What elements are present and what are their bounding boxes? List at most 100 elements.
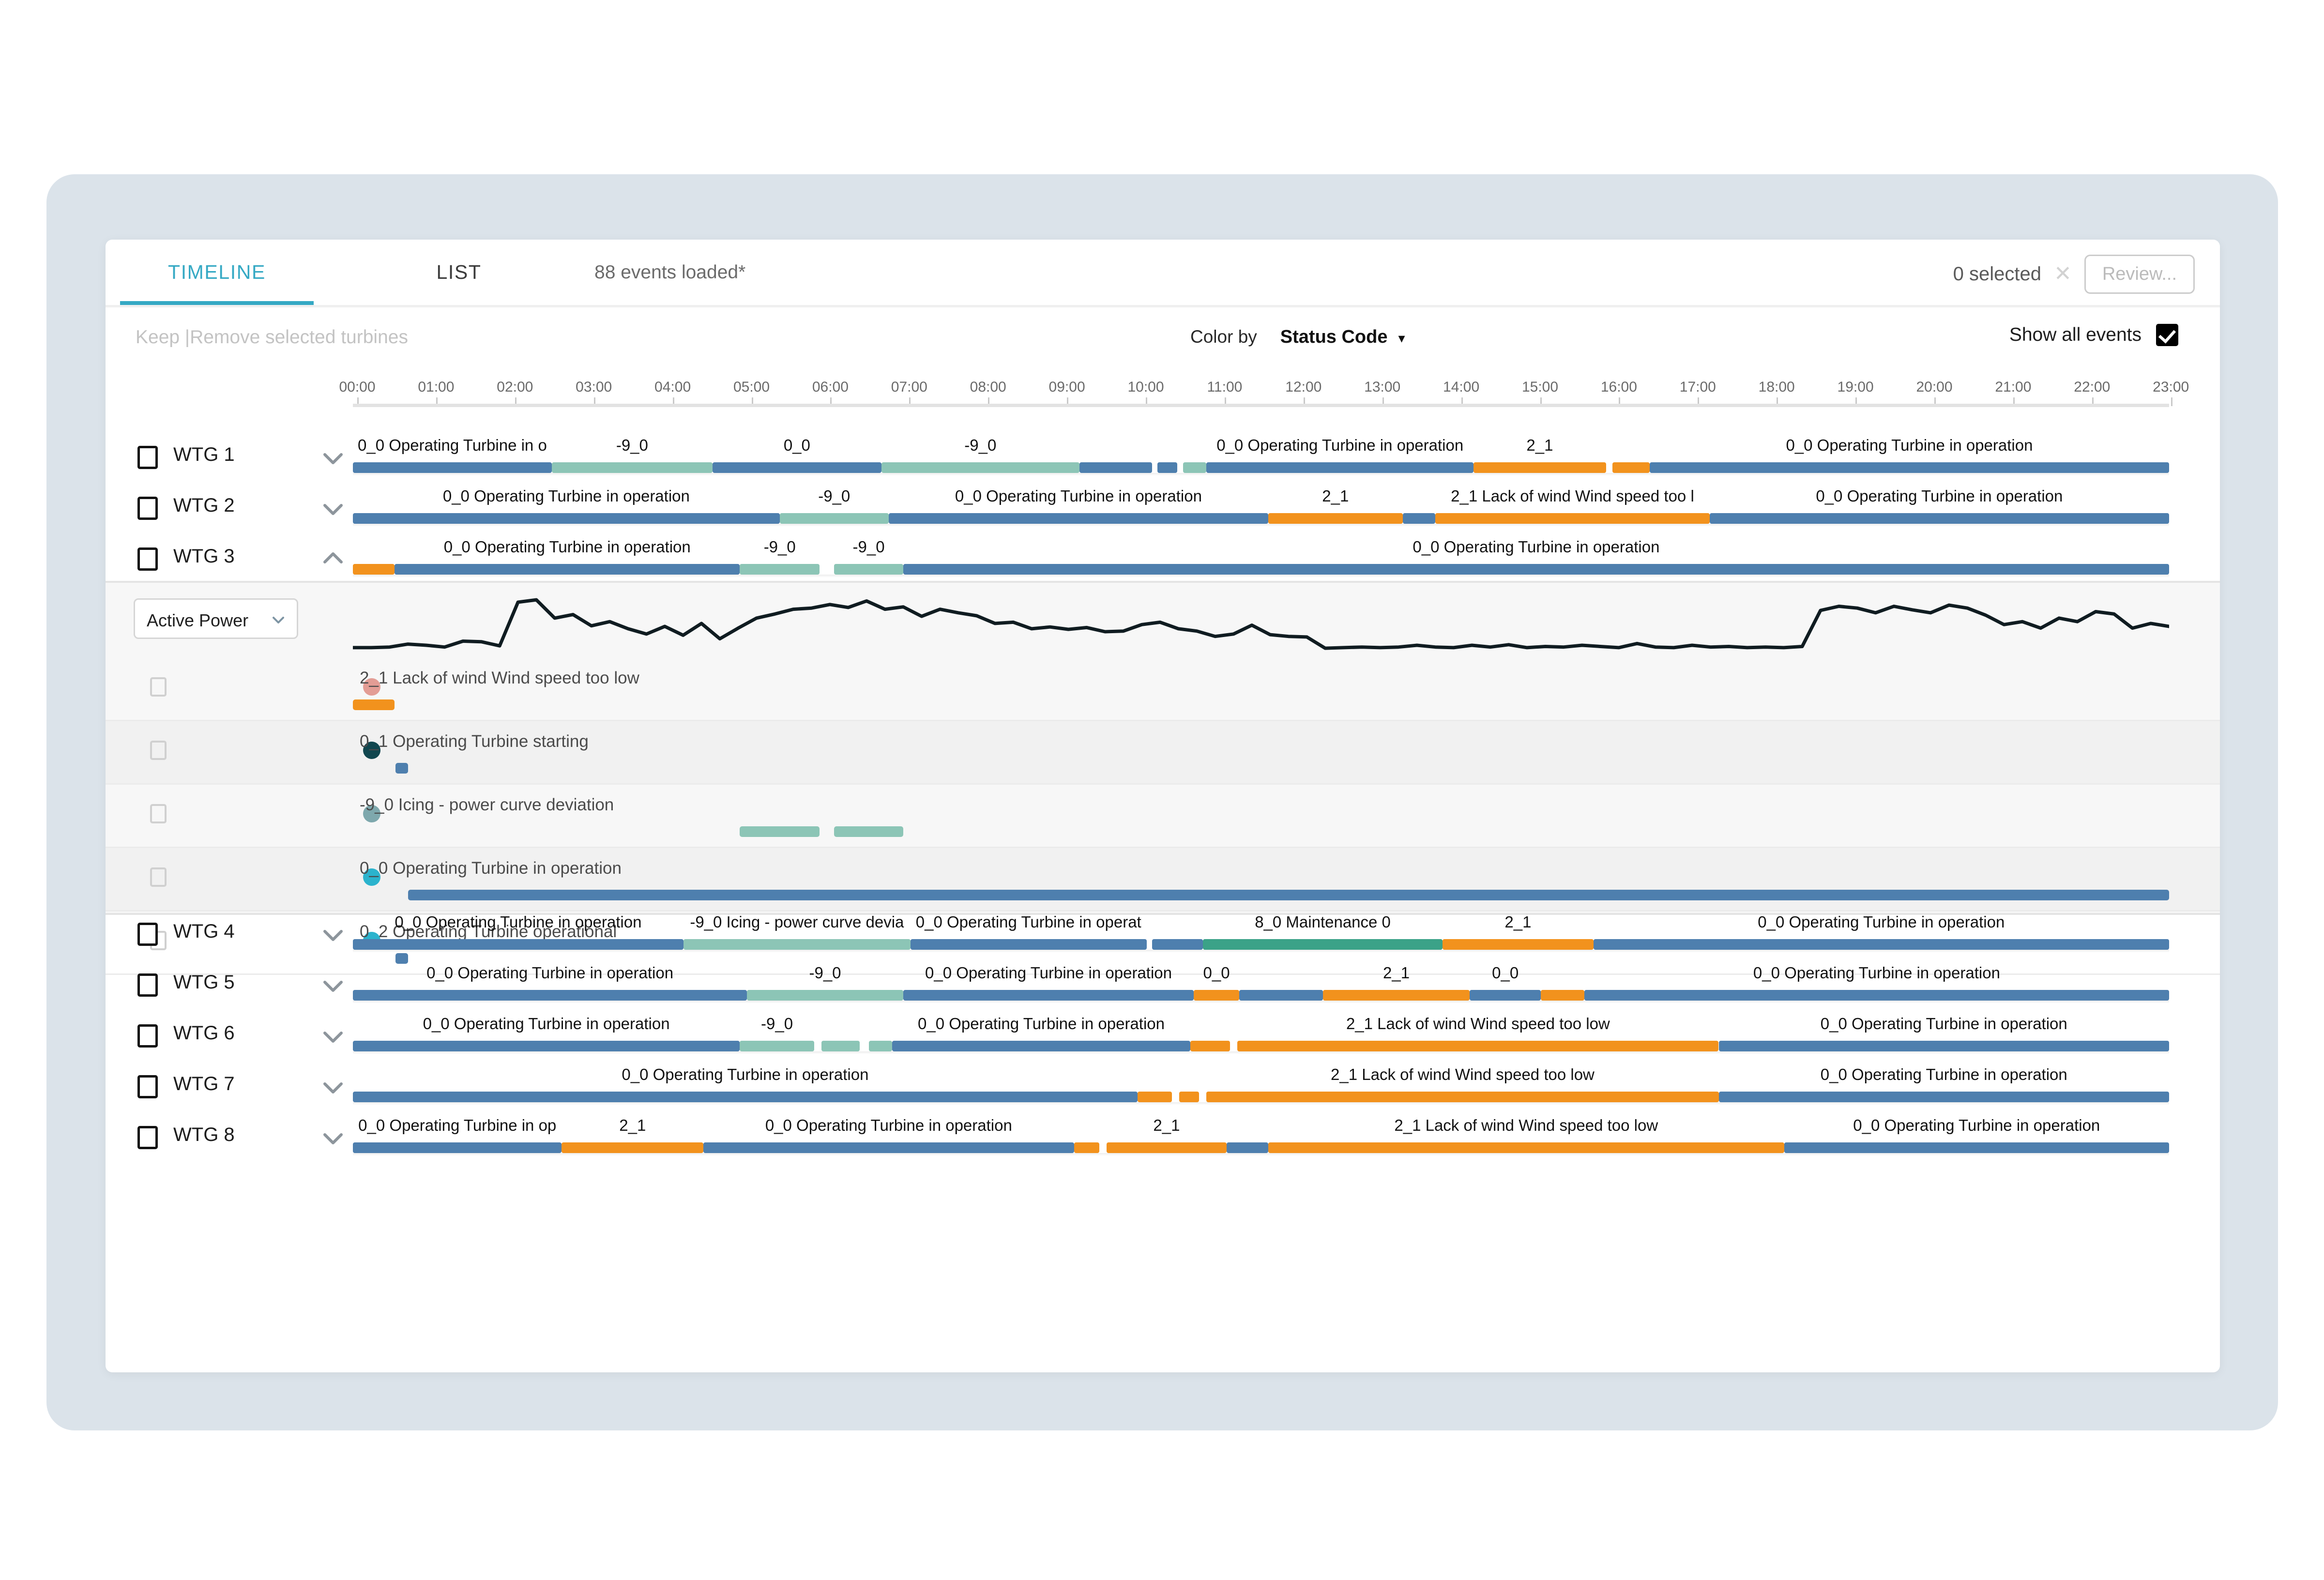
- timeline-segment[interactable]: [712, 462, 881, 473]
- caret-down-icon[interactable]: ▾: [1398, 330, 1405, 346]
- timeline-segment[interactable]: [888, 513, 1268, 524]
- timeline-segment[interactable]: [353, 990, 747, 1001]
- timeline-segment[interactable]: [1237, 1041, 1719, 1051]
- timeline-segment[interactable]: [1137, 1092, 1172, 1102]
- timeline-segment[interactable]: [1718, 1092, 2169, 1102]
- timeline-segment[interactable]: [562, 1142, 704, 1153]
- timeline-segment[interactable]: [903, 990, 1194, 1001]
- timeline-segment[interactable]: [1709, 513, 2169, 524]
- timeline-segment[interactable]: [1435, 513, 1710, 524]
- event-bar[interactable]: [834, 826, 903, 837]
- tab-timeline[interactable]: TIMELINE: [120, 240, 314, 305]
- timeline-segment[interactable]: [353, 1142, 562, 1153]
- timeline-segment[interactable]: [1079, 462, 1152, 473]
- turbine-checkbox[interactable]: [137, 923, 158, 946]
- timeline-segment[interactable]: [1718, 1041, 2169, 1051]
- review-button[interactable]: Review...: [2084, 254, 2195, 294]
- timeline-segment[interactable]: [551, 462, 713, 473]
- close-icon[interactable]: ✕: [2054, 263, 2072, 285]
- timeline-segment[interactable]: [1470, 990, 1541, 1001]
- timeline-segment[interactable]: [1226, 1142, 1268, 1153]
- chevron-down-icon[interactable]: [322, 924, 344, 945]
- timeline-segment[interactable]: [1194, 990, 1239, 1001]
- event-checkbox[interactable]: [150, 804, 167, 823]
- event-timeline-track[interactable]: -9_0 Icing - power curve deviation: [353, 785, 2169, 848]
- chevron-down-icon[interactable]: [322, 974, 344, 996]
- show-all-events-checkbox[interactable]: [2156, 324, 2178, 346]
- timeline-segment[interactable]: [353, 564, 395, 575]
- chevron-up-icon[interactable]: [322, 548, 344, 570]
- timeline-segment[interactable]: [747, 990, 903, 1001]
- timeline-segment[interactable]: [353, 1041, 740, 1051]
- keep-turbines-action[interactable]: Keep: [136, 327, 180, 348]
- chevron-down-icon[interactable]: [322, 498, 344, 519]
- color-by-value[interactable]: Status Code: [1280, 327, 1388, 348]
- timeline-segment[interactable]: [353, 939, 684, 950]
- timeline-segment[interactable]: [1157, 462, 1178, 473]
- timeline-segment[interactable]: [834, 564, 903, 575]
- timeline-segment[interactable]: [740, 1041, 814, 1051]
- event-checkbox[interactable]: [150, 677, 167, 697]
- timeline-segment[interactable]: [1190, 1041, 1230, 1051]
- timeline-segment[interactable]: [1322, 990, 1470, 1001]
- metric-select[interactable]: Active Power: [134, 598, 298, 639]
- timeline-segment[interactable]: [683, 939, 911, 950]
- timeline-segment[interactable]: [868, 1041, 893, 1051]
- timeline-segment[interactable]: [1649, 462, 2169, 473]
- timeline-segment[interactable]: [1540, 990, 1584, 1001]
- chevron-down-icon[interactable]: [322, 1025, 344, 1047]
- timeline-segment[interactable]: [1202, 939, 1443, 950]
- timeline-segment[interactable]: [1593, 939, 2169, 950]
- event-bar[interactable]: [395, 763, 409, 774]
- timeline-segment[interactable]: [353, 462, 552, 473]
- timeline-segment[interactable]: [821, 1041, 860, 1051]
- timeline-segment[interactable]: [1584, 990, 2169, 1001]
- timeline-segment[interactable]: [1206, 462, 1473, 473]
- event-bar[interactable]: [740, 826, 820, 837]
- event-timeline-track[interactable]: 0_1 Operating Turbine starting: [353, 721, 2169, 785]
- timeline-segment[interactable]: [1239, 990, 1323, 1001]
- event-timeline-track[interactable]: 2_1 Lack of wind Wind speed too low: [353, 658, 2169, 721]
- timeline-segment[interactable]: [1152, 939, 1203, 950]
- turbine-checkbox[interactable]: [137, 547, 158, 571]
- turbine-checkbox[interactable]: [137, 446, 158, 469]
- timeline-segment[interactable]: [779, 513, 889, 524]
- event-bar[interactable]: [408, 890, 2169, 900]
- timeline-segment[interactable]: [1268, 1142, 1784, 1153]
- timeline-segment[interactable]: [1443, 939, 1594, 950]
- turbine-checkbox[interactable]: [137, 1075, 158, 1098]
- timeline-segment[interactable]: [892, 1041, 1190, 1051]
- turbine-checkbox[interactable]: [137, 497, 158, 520]
- tab-list[interactable]: LIST: [401, 240, 517, 305]
- timeline-segment[interactable]: [703, 1142, 1074, 1153]
- event-timeline-track[interactable]: 0_0 Operating Turbine in operation: [353, 848, 2169, 912]
- timeline-segment[interactable]: [740, 564, 820, 575]
- timeline-segment[interactable]: [1107, 1142, 1227, 1153]
- event-checkbox[interactable]: [150, 867, 167, 887]
- timeline-segment[interactable]: [1473, 462, 1606, 473]
- timeline-segment[interactable]: [1179, 1092, 1200, 1102]
- turbine-checkbox[interactable]: [137, 973, 158, 997]
- timeline-segment[interactable]: [1074, 1142, 1100, 1153]
- turbine-checkbox[interactable]: [137, 1024, 158, 1048]
- timeline-segment[interactable]: [1183, 462, 1207, 473]
- timeline-segment[interactable]: [1268, 513, 1403, 524]
- timeline-segment[interactable]: [910, 939, 1147, 950]
- chevron-down-icon[interactable]: [322, 1076, 344, 1097]
- timeline-segment[interactable]: [903, 564, 2169, 575]
- event-checkbox[interactable]: [150, 741, 167, 760]
- chevron-down-icon[interactable]: [322, 1127, 344, 1148]
- timeline-segment[interactable]: [881, 462, 1079, 473]
- chevron-down-icon[interactable]: [322, 447, 344, 468]
- event-bar[interactable]: [353, 699, 395, 710]
- turbine-checkbox[interactable]: [137, 1126, 158, 1149]
- timeline-segment[interactable]: [1402, 513, 1436, 524]
- remove-turbines-action[interactable]: Remove selected turbines: [190, 327, 408, 348]
- timeline-segment[interactable]: [395, 564, 740, 575]
- chevron-down-icon[interactable]: [271, 612, 286, 628]
- timeline-segment[interactable]: [1612, 462, 1650, 473]
- timeline-segment[interactable]: [353, 1092, 1138, 1102]
- timeline-segment[interactable]: [1206, 1092, 1719, 1102]
- timeline-segment[interactable]: [353, 513, 780, 524]
- timeline-segment[interactable]: [1784, 1142, 2169, 1153]
